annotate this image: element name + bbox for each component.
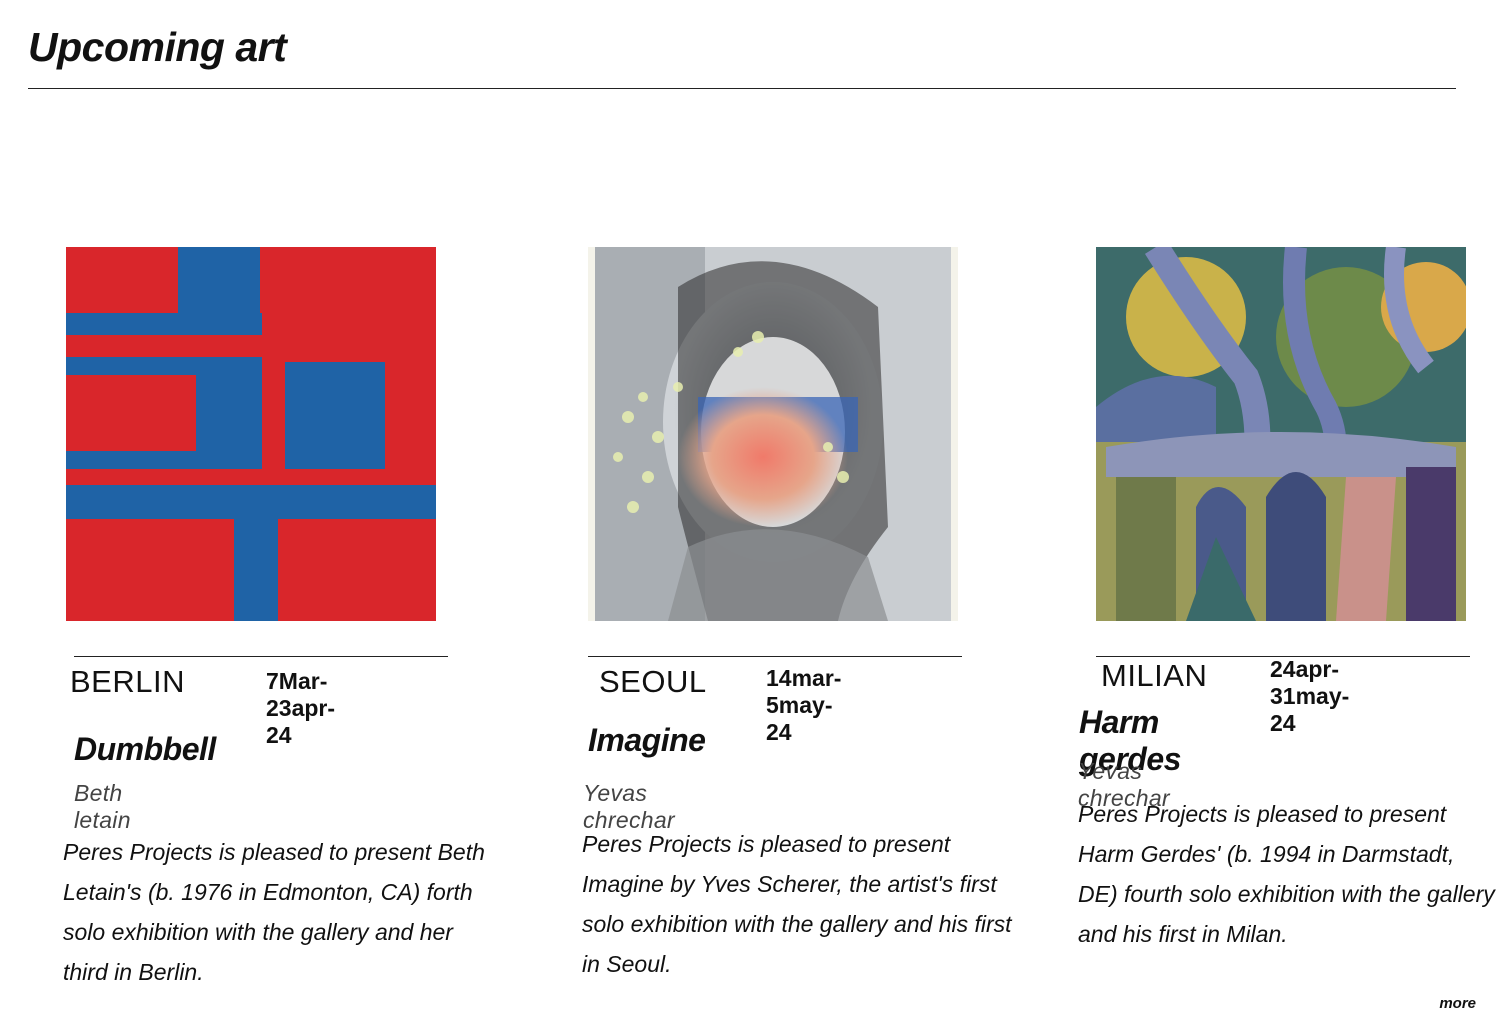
exhibition-description: Peres Projects is pleased to present Har… xyxy=(1078,801,1495,947)
upcoming-art-page: Upcoming art BERLIN 7Mar-23apr-24 Dumbbe… xyxy=(0,0,1502,1024)
exhibition-title[interactable]: Imagine xyxy=(588,722,706,759)
date-range: 7Mar-23apr-24 xyxy=(266,668,336,748)
card-divider xyxy=(588,656,962,657)
exhibition-description: Peres Projects is pleased to present Ima… xyxy=(582,831,1012,977)
date-range: 24apr-31may-24 xyxy=(1270,656,1350,736)
artwork-image-harm-gerdes[interactable] xyxy=(1096,247,1466,621)
artwork-image-imagine[interactable] xyxy=(588,247,958,621)
artist-name: Beth letain xyxy=(74,780,131,833)
date-range: 14mar-5may-24 xyxy=(766,665,842,745)
page-title: Upcoming art xyxy=(28,24,287,70)
card-divider xyxy=(74,656,448,657)
more-link[interactable]: more xyxy=(1439,995,1476,1012)
city-label: MILIAN xyxy=(1101,658,1208,693)
city-label: BERLIN xyxy=(70,664,185,699)
exhibition-title[interactable]: Dumbbell xyxy=(74,731,216,768)
city-label: SEOUL xyxy=(599,664,707,699)
exhibition-description: Peres Projects is pleased to present Bet… xyxy=(63,839,485,985)
title-divider xyxy=(28,88,1456,89)
artwork-image-dumbbell[interactable] xyxy=(66,247,436,621)
